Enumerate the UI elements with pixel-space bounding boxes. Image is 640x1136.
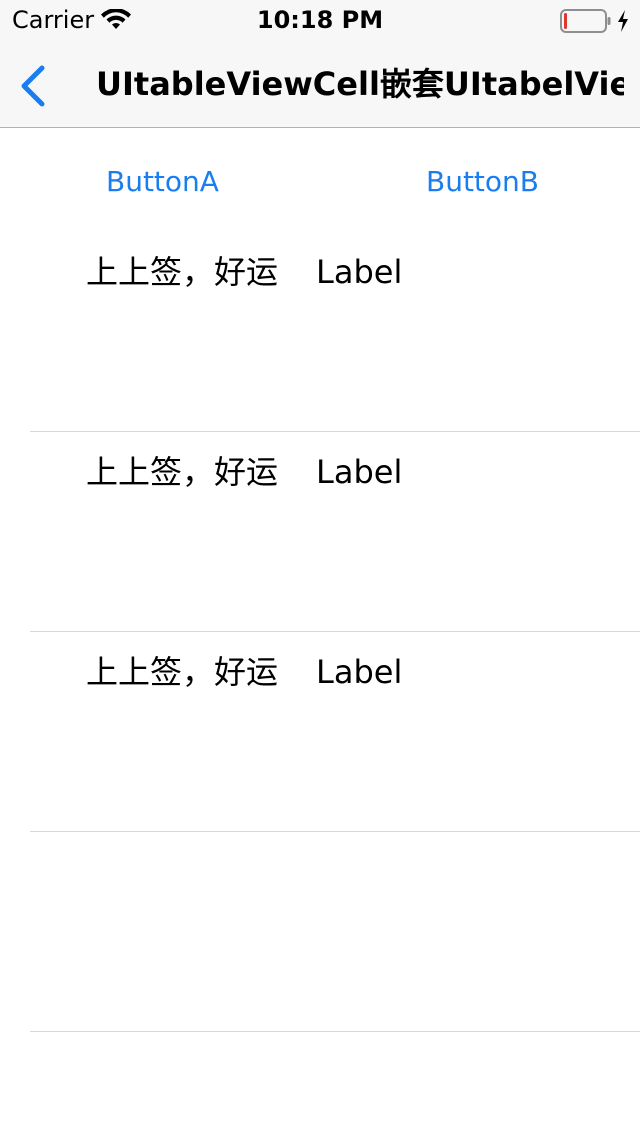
back-button[interactable]	[8, 58, 64, 114]
row-fortune-text: 上上签，好运	[86, 253, 279, 291]
button-b[interactable]: ButtonB	[426, 160, 539, 204]
row-label: Label	[316, 653, 403, 691]
button-a[interactable]: ButtonA	[106, 160, 219, 204]
status-bar: Carrier 10:18 PM	[0, 0, 640, 40]
page-title: UItableViewCell嵌套UItabelView	[96, 65, 624, 103]
row-fortune-text: 上上签，好运	[86, 653, 279, 691]
table-row[interactable]: 上上签，好运 Label	[0, 232, 640, 432]
status-time: 10:18 PM	[256, 6, 384, 34]
row-fortune-text: 上上签，好运	[86, 453, 279, 491]
table-row[interactable]: 上上签，好运 Label	[0, 632, 640, 832]
row-separator	[30, 1031, 640, 1032]
navigation-bar: UItableViewCell嵌套UItabelView	[0, 40, 640, 128]
battery-icon	[560, 8, 612, 34]
row-label: Label	[316, 453, 403, 491]
table-row[interactable]	[0, 832, 640, 1032]
table-row[interactable]: 上上签，好运 Label	[0, 432, 640, 632]
row-label: Label	[316, 253, 403, 291]
charging-icon	[616, 8, 630, 34]
